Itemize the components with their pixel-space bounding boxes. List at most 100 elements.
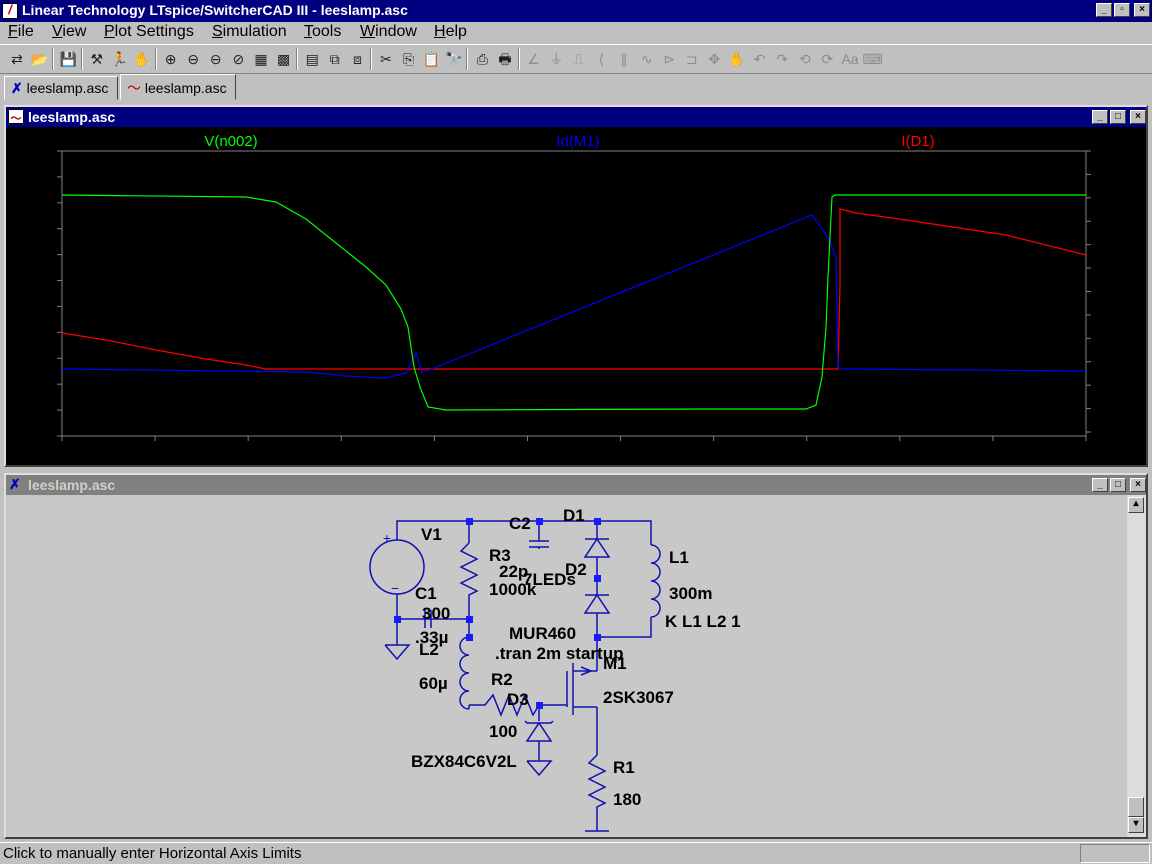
x-axis-tick-label[interactable]: 1.350ms xyxy=(128,445,182,461)
paste-icon[interactable]: 📋 xyxy=(420,48,442,70)
copy-icon[interactable]: ⎘ xyxy=(398,48,420,70)
scroll-down-button[interactable]: ▾ xyxy=(1128,817,1144,833)
mirror-icon[interactable]: ⟳ xyxy=(816,48,838,70)
left-axis-tick-label[interactable]: -60V xyxy=(25,402,55,418)
left-axis-tick-label[interactable]: 120V xyxy=(22,324,55,340)
autorange-icon[interactable]: ▦ xyxy=(250,48,272,70)
plot-window-title-bar[interactable]: 〜 leeslamp.asc _ □ × xyxy=(6,107,1146,127)
d2-diode-symbol[interactable] xyxy=(583,593,611,614)
right-axis-tick-label[interactable]: 6mA xyxy=(1093,307,1122,323)
coupling-directive[interactable]: K L1 L2 1 xyxy=(665,612,741,631)
plot-maximize-button[interactable]: □ xyxy=(1110,110,1126,124)
right-axis-tick-label[interactable]: 9mA xyxy=(1093,284,1122,300)
trace-label[interactable]: I(D1) xyxy=(901,133,934,150)
ltspice-logo-icon[interactable]: / xyxy=(2,2,18,19)
ground-symbol-1[interactable] xyxy=(384,644,411,661)
right-axis-tick-label[interactable]: 12mA xyxy=(1093,260,1130,276)
plot-minimize-button[interactable]: _ xyxy=(1092,110,1108,124)
c1-label[interactable]: C1 xyxy=(415,584,437,603)
schematic-maximize-button[interactable]: □ xyxy=(1110,478,1126,492)
zoom-out-icon[interactable]: ⊖ xyxy=(205,48,227,70)
component-icon[interactable]: ⊐ xyxy=(681,48,703,70)
l1-label[interactable]: L1 xyxy=(669,548,689,567)
left-axis-tick-label[interactable]: 360V xyxy=(22,221,55,237)
left-axis-tick-label[interactable]: 420V xyxy=(22,195,55,211)
r3-resistor-symbol[interactable] xyxy=(459,542,479,619)
run-icon[interactable]: 🏃 xyxy=(108,48,130,70)
resistor-icon[interactable]: ⟨ xyxy=(590,48,612,70)
redo-icon[interactable]: ↷ xyxy=(771,48,793,70)
inductor-icon[interactable]: ∿ xyxy=(636,48,658,70)
zoom-cancel-icon[interactable]: ⊘ xyxy=(227,48,249,70)
right-axis-tick-label[interactable]: 3mA xyxy=(1093,330,1122,346)
print-preview-icon[interactable]: ⎙ xyxy=(471,48,493,70)
menu-help[interactable]: Help xyxy=(434,23,467,41)
label-icon[interactable]: ⎍ xyxy=(568,48,590,70)
grid-icon[interactable]: ▩ xyxy=(273,48,295,70)
left-axis-tick-label[interactable]: 180V xyxy=(22,298,55,314)
d3-label[interactable]: D3 xyxy=(507,690,529,709)
rotate-icon[interactable]: ⟲ xyxy=(794,48,816,70)
x-axis-tick-label[interactable]: 1.380ms xyxy=(687,445,741,461)
wire-icon[interactable]: ∠ xyxy=(523,48,545,70)
left-axis-tick-label[interactable]: 0V xyxy=(38,376,56,392)
d1-label[interactable]: D1 xyxy=(563,506,585,525)
d3-zener-symbol[interactable] xyxy=(525,721,553,742)
ground-symbol-2[interactable] xyxy=(526,760,553,777)
x-axis-tick-label[interactable]: 1.390ms xyxy=(873,445,927,461)
right-axis-tick-label[interactable]: 21mA xyxy=(1093,190,1130,206)
find-icon[interactable]: 🔭 xyxy=(443,48,465,70)
m1-model[interactable]: 2SK3067 xyxy=(603,688,674,707)
r2-label[interactable]: R2 xyxy=(491,670,513,689)
text-icon[interactable]: Aa xyxy=(839,48,861,70)
zoom-back-icon[interactable]: ⊖ xyxy=(182,48,204,70)
tab-schematic[interactable]: ✗ leeslamp.asc xyxy=(4,76,118,100)
drag-icon[interactable]: ✋ xyxy=(726,48,748,70)
x-axis-tick-label[interactable]: 1.385ms xyxy=(780,445,834,461)
r1-value[interactable]: 180 xyxy=(613,790,641,809)
left-axis-tick-label[interactable]: 300V xyxy=(22,247,55,263)
plot-close-button[interactable]: × xyxy=(1130,110,1146,124)
right-axis-tick-label[interactable]: 24mA xyxy=(1093,166,1130,182)
l1-value[interactable]: 300m xyxy=(669,584,712,603)
undo-icon[interactable]: ↶ xyxy=(749,48,771,70)
waveform-plot[interactable]: 540V 480V 420V 360V 300V 240V 180V 120V 60V 0V -60… xyxy=(6,127,1146,465)
c2-label[interactable]: C2 xyxy=(509,514,531,533)
m1-label[interactable]: M1 xyxy=(603,654,627,673)
ground-icon[interactable]: ⏚ xyxy=(545,48,567,70)
right-axis-tick-label[interactable]: -9mA xyxy=(1093,424,1127,440)
app-title-bar[interactable]: / Linear Technology LTspice/SwitcherCAD … xyxy=(0,0,1152,22)
x-axis-tick-label[interactable]: 1.370ms xyxy=(501,445,555,461)
trace-label[interactable]: V(n002) xyxy=(204,133,257,150)
d1-diode-symbol[interactable] xyxy=(583,537,611,558)
c1-value-1[interactable]: 300 xyxy=(422,604,450,623)
schematic-canvas[interactable]: + − V1 C1 300 .33µ L2 60µ R3 22p 1000k C… xyxy=(7,495,1127,837)
menu-tools[interactable]: Tools xyxy=(304,23,341,41)
schematic-drawing[interactable]: + − V1 C1 300 .33µ L2 60µ R3 22p 1000k C… xyxy=(7,495,1127,837)
schematic-window-title-bar[interactable]: ✗ leeslamp.asc _ □ × xyxy=(6,475,1146,495)
open-schematic-icon[interactable]: ⇄ xyxy=(6,48,28,70)
x-axis-tick-label[interactable]: 1.400ms xyxy=(1059,445,1113,461)
spice-directive-icon[interactable]: ⌨ xyxy=(862,48,884,70)
x-axis-tick-label[interactable]: 1.355ms xyxy=(221,445,275,461)
open-file-icon[interactable]: 📂 xyxy=(29,48,51,70)
schematic-minimize-button[interactable]: _ xyxy=(1092,478,1108,492)
right-axis-tick-label[interactable]: -6mA xyxy=(1093,401,1127,417)
menu-file[interactable]: File xyxy=(8,23,34,41)
menu-simulation[interactable]: Simulation xyxy=(212,23,287,41)
cascade-icon[interactable]: ⧉ xyxy=(324,48,346,70)
right-axis-tick-label[interactable]: 18mA xyxy=(1093,213,1130,229)
menu-plot-settings[interactable]: Plot Settings xyxy=(104,23,194,41)
r2-value[interactable]: 100 xyxy=(489,722,517,741)
l2-value[interactable]: 60µ xyxy=(419,674,448,693)
x-axis-tick-label[interactable]: 1.395ms xyxy=(966,445,1020,461)
left-axis-tick-label[interactable]: 480V xyxy=(22,169,55,185)
zoom-in-icon[interactable]: ⊕ xyxy=(160,48,182,70)
left-axis-tick-label[interactable]: 540V xyxy=(22,143,55,159)
tab-waveform[interactable]: 〜 leeslamp.asc xyxy=(120,74,236,100)
print-icon[interactable]: 🖶 xyxy=(494,48,516,70)
left-axis-tick-label[interactable]: 60V xyxy=(30,350,56,366)
right-axis-tick-label[interactable]: -3mA xyxy=(1093,377,1127,393)
r1-resistor-symbol[interactable] xyxy=(587,754,607,831)
halt-icon[interactable]: ✋ xyxy=(131,48,153,70)
